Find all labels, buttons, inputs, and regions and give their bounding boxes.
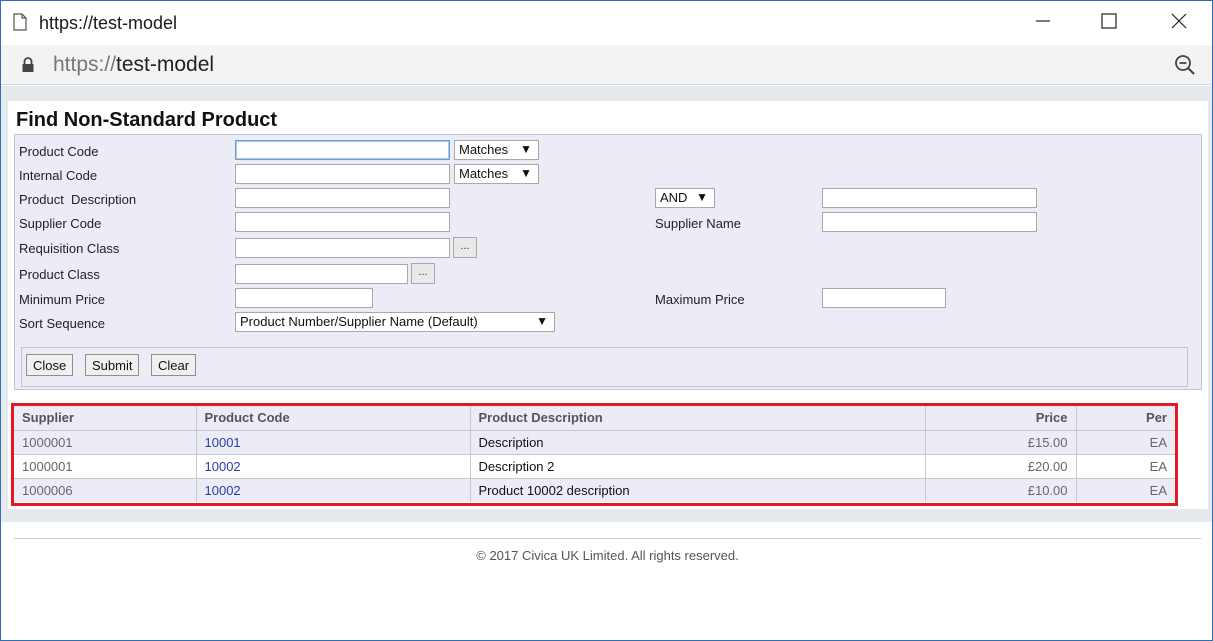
document-icon — [13, 13, 27, 31]
supplier-code-input[interactable] — [235, 212, 450, 232]
address-url[interactable]: https://test-model — [53, 53, 214, 77]
zoom-out-icon[interactable] — [1174, 54, 1196, 76]
chevron-down-icon: ▼ — [520, 142, 532, 156]
product-code-match-select[interactable]: Matches ▼ — [454, 140, 539, 160]
supplier-name-label: Supplier Name — [655, 216, 741, 231]
url-scheme: https:// — [53, 53, 117, 76]
minimum-price-label: Minimum Price — [19, 292, 105, 307]
requisition-class-input[interactable] — [235, 238, 450, 258]
chevron-down-icon: ▼ — [536, 314, 548, 328]
page-title: Find Non-Standard Product — [16, 109, 278, 131]
footer-copyright: © 2017 Civica UK Limited. All rights res… — [476, 548, 739, 563]
window-title: https://test-model — [39, 13, 178, 33]
title-bar: https://test-model — [1, 1, 1212, 45]
lock-icon — [21, 57, 35, 73]
minimize-icon — [1036, 14, 1050, 33]
product-code-label: Product Code — [19, 144, 99, 159]
product-description-input-2[interactable] — [822, 188, 1037, 208]
internal-code-input[interactable] — [235, 164, 450, 184]
close-button[interactable]: Close — [26, 354, 74, 376]
description-operator-value: AND — [660, 190, 688, 205]
results-highlight-frame — [11, 403, 1178, 506]
supplier-name-input[interactable] — [822, 212, 1037, 232]
footer-divider — [14, 538, 1201, 539]
sort-sequence-label: Sort Sequence — [19, 316, 106, 331]
product-class-input[interactable] — [235, 264, 408, 284]
close-window-button[interactable] — [1156, 7, 1202, 39]
internal-code-match-select[interactable]: Matches ▼ — [454, 164, 539, 184]
maximize-icon — [1101, 12, 1117, 34]
submit-button[interactable]: Submit — [85, 354, 140, 376]
maximize-button[interactable] — [1086, 7, 1132, 39]
product-class-lookup-button[interactable]: ... — [411, 263, 435, 284]
maximum-price-label: Maximum Price — [655, 292, 745, 307]
sort-sequence-value: Product Number/Supplier Name (Default) — [240, 314, 478, 329]
description-operator-select[interactable]: AND ▼ — [655, 188, 715, 208]
product-description-input[interactable] — [235, 188, 450, 208]
product-class-label: Product Class — [19, 267, 100, 282]
minimum-price-input[interactable] — [235, 288, 373, 308]
product-description-label: Product Description — [19, 192, 137, 207]
url-host: test-model — [116, 53, 215, 76]
address-bar: https://test-model — [1, 45, 1212, 85]
minimize-button[interactable] — [1020, 7, 1066, 39]
browser-window: https://test-model https://test-model Fi… — [0, 0, 1213, 641]
chevron-down-icon: ▼ — [696, 190, 708, 204]
requisition-class-label: Requisition Class — [19, 241, 120, 256]
clear-button[interactable]: Clear — [151, 354, 197, 376]
requisition-class-lookup-button[interactable]: ... — [453, 237, 477, 258]
internal-code-label: Internal Code — [19, 168, 98, 183]
sort-sequence-select[interactable]: Product Number/Supplier Name (Default) ▼ — [235, 312, 555, 332]
close-icon — [1171, 13, 1187, 34]
internal-code-match-value: Matches — [459, 166, 509, 181]
maximum-price-input[interactable] — [822, 288, 946, 308]
supplier-code-label: Supplier Code — [19, 216, 102, 231]
product-code-match-value: Matches — [459, 142, 509, 157]
product-code-input[interactable] — [235, 140, 450, 160]
chevron-down-icon: ▼ — [520, 166, 532, 180]
